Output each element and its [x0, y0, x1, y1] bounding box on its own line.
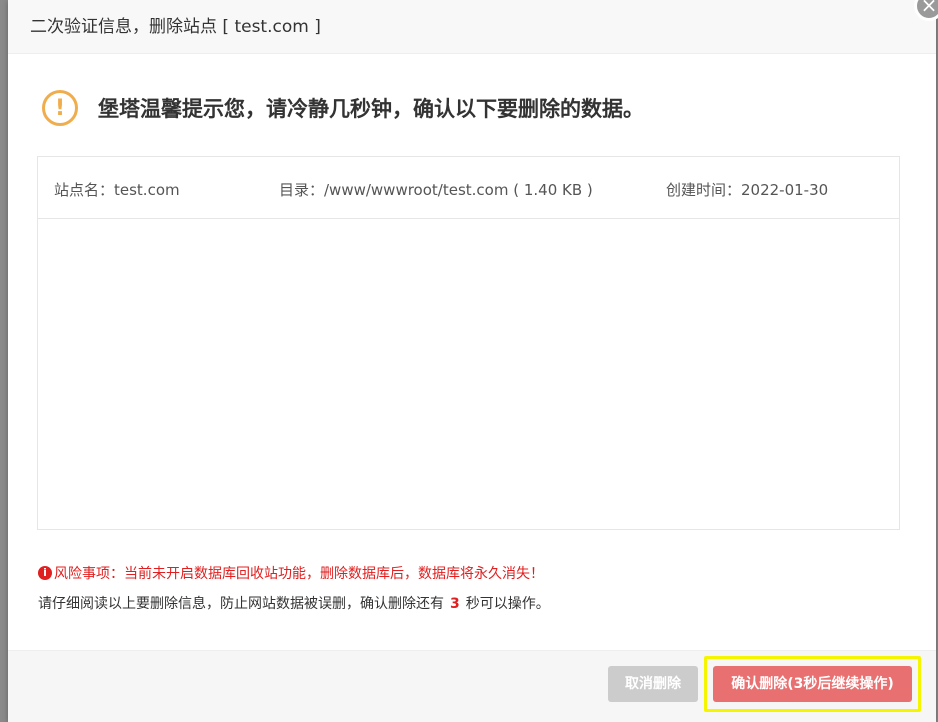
confirm-button-highlight: 确认删除(3秒后继续操作)	[704, 656, 921, 712]
site-name: 站点名：test.com	[54, 181, 180, 199]
notice: ! 堡塔温馨提示您，请冷静几秒钟，确认以下要删除的数据。	[42, 88, 644, 128]
risk-warning: i 风险事项：当前未开启数据库回收站功能，删除数据库后，数据库将永久消失！	[38, 563, 544, 583]
warning-icon: !	[42, 90, 78, 126]
delete-site-dialog: 二次验证信息，删除站点 [ test.com ] × ! 堡塔温馨提示您，请冷静…	[8, 0, 938, 722]
read-notice-after: 秒可以操作。	[465, 596, 550, 612]
cancel-delete-button[interactable]: 取消删除	[608, 666, 698, 702]
risk-text: 风险事项：当前未开启数据库回收站功能，删除数据库后，数据库将永久消失！	[54, 566, 544, 582]
site-info-box: 站点名：test.com 目录：/www/wwwroot/test.com ( …	[37, 156, 900, 530]
read-notice: 请仔细阅读以上要删除信息，防止网站数据被误删，确认删除还有 3 秒可以操作。	[38, 593, 550, 613]
countdown-count: 3	[450, 596, 460, 612]
site-created-time: 创建时间：2022-01-30	[666, 181, 829, 199]
info-icon: i	[38, 566, 52, 580]
dialog-title: 二次验证信息，删除站点 [ test.com ]	[30, 17, 321, 37]
read-notice-before: 请仔细阅读以上要删除信息，防止网站数据被误删，确认删除还有	[38, 596, 444, 612]
dialog-header: 二次验证信息，删除站点 [ test.com ]	[8, 0, 936, 54]
confirm-delete-button[interactable]: 确认删除(3秒后继续操作)	[713, 666, 912, 702]
site-info-row: 站点名：test.com 目录：/www/wwwroot/test.com ( …	[38, 157, 899, 219]
notice-text: 堡塔温馨提示您，请冷静几秒钟，确认以下要删除的数据。	[98, 97, 644, 121]
site-directory: 目录：/www/wwwroot/test.com ( 1.40 KB )	[279, 181, 593, 199]
